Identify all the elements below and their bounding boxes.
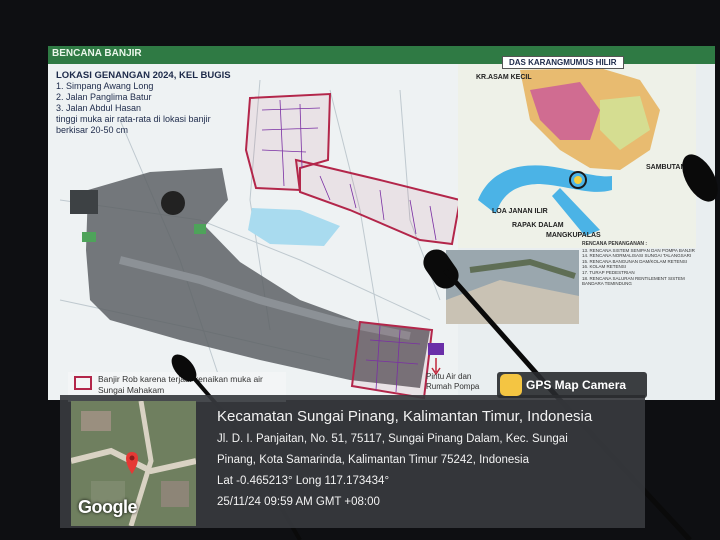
coordinates: Lat -0.465213° Long 117.173434° <box>217 475 390 487</box>
place-name: Kecamatan Sungai Pinang, Kalimantan Timu… <box>217 408 593 425</box>
address-line-2: Pinang, Kota Samarinda, Kalimantan Timur… <box>217 454 529 466</box>
address-line-1: Jl. D. I. Panjaitan, No. 51, 75117, Sung… <box>217 433 568 445</box>
timestamp: 25/11/24 09:59 AM GMT +08:00 <box>217 496 380 508</box>
google-logo: Google <box>78 497 138 517</box>
